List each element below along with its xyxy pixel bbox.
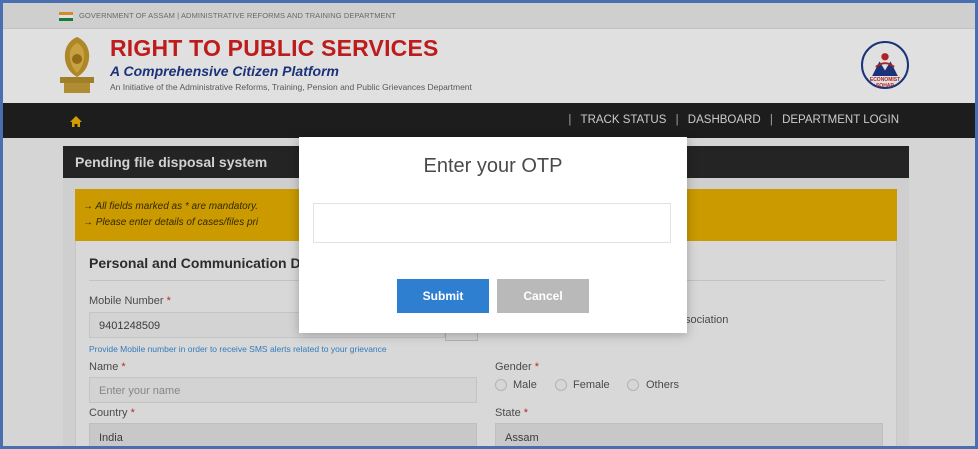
otp-modal-title: Enter your OTP — [423, 155, 563, 177]
submit-button[interactable]: Submit — [397, 279, 489, 313]
otp-input[interactable] — [313, 203, 671, 243]
otp-modal: Enter your OTP Submit Cancel — [299, 137, 687, 333]
screenshot-frame: GOVERNMENT OF ASSAM | ADMINISTRATIVE REF… — [0, 0, 978, 449]
cancel-button[interactable]: Cancel — [497, 279, 589, 313]
